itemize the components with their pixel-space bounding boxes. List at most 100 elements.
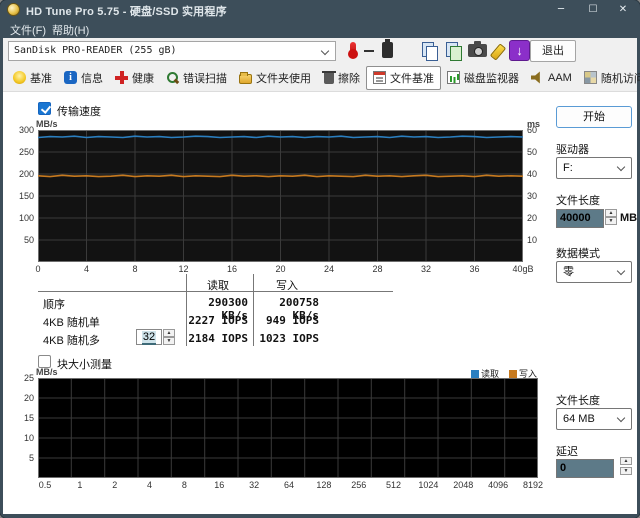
transfer-speed-chart — [38, 130, 523, 262]
y-axis-tick: 100 — [8, 213, 34, 223]
y2-axis-tick: 40 — [527, 169, 537, 179]
menu-help[interactable]: 帮助(H) — [52, 22, 89, 38]
data-mode-dropdown[interactable]: 零 — [556, 261, 632, 283]
tab-benchmark[interactable]: 基准 — [7, 66, 58, 90]
file-length2-dropdown[interactable]: 64 MB — [556, 408, 632, 430]
spin-down-icon[interactable]: ▼ — [163, 337, 175, 345]
file-length-label: 文件长度 — [556, 192, 600, 208]
table-write-value: 1023 IOPS — [255, 332, 319, 345]
table-row-label: 顺序 — [43, 296, 65, 312]
tab-folder-usage[interactable]: 文件夹使用 — [233, 66, 317, 90]
table-row-label: 4KB 随机单 — [43, 314, 100, 330]
x-axis-tick: 2 — [112, 480, 117, 490]
x-axis-tick: 8 — [182, 480, 187, 490]
x-axis-tick: 20 — [275, 264, 285, 274]
tab-info[interactable]: i 信息 — [58, 66, 109, 90]
menu-file[interactable]: 文件(F) — [10, 22, 46, 38]
minimize-button[interactable]: ─ — [546, 0, 576, 20]
x-axis-tick: 16 — [214, 480, 224, 490]
y-axis-tick: 20 — [8, 393, 34, 403]
tab-label: 健康 — [132, 70, 154, 86]
tab-label: 信息 — [81, 70, 103, 86]
drive-dropdown[interactable]: F: — [556, 157, 632, 179]
drive-selector-dropdown[interactable]: SanDisk PRO-READER (255 gB) — [8, 41, 336, 61]
start-button[interactable]: 开始 — [556, 106, 632, 128]
drive-selector-value: SanDisk PRO-READER (255 gB) — [14, 45, 177, 56]
marker-icon — [490, 43, 506, 60]
delay-input[interactable]: 0 — [556, 459, 614, 478]
y2-axis-tick: 20 — [527, 213, 537, 223]
info-icon: i — [64, 71, 77, 84]
random-access-icon — [584, 71, 597, 84]
queue-depth-arrows[interactable]: ▲▼ — [163, 329, 175, 345]
x-axis-tick: 8 — [132, 264, 137, 274]
transfer-speed-label: 传输速度 — [57, 103, 101, 119]
tab-health[interactable]: 健康 — [109, 66, 160, 90]
spin-up-icon[interactable]: ▲ — [605, 209, 617, 217]
chart2-y-unit: MB/s — [36, 367, 58, 377]
toolbar: SanDisk PRO-READER (255 gB) ↓ 退出 — [3, 38, 637, 64]
copy-icon — [419, 40, 440, 61]
spin-up-icon[interactable]: ▲ — [163, 329, 175, 337]
file-length-input[interactable]: 40000 — [556, 209, 604, 228]
file-length-unit: MB — [620, 212, 637, 224]
spin-down-icon[interactable]: ▼ — [605, 217, 617, 225]
spin-down-icon[interactable]: ▼ — [620, 467, 632, 475]
x-axis-tick: 24 — [324, 264, 334, 274]
copy-results-icon — [443, 40, 464, 61]
save-button[interactable]: ↓ — [509, 40, 530, 61]
x-axis-tick: 16 — [227, 264, 237, 274]
x-axis-tick: 4 — [147, 480, 152, 490]
exit-button[interactable]: 退出 — [530, 40, 576, 62]
tab-label: 文件夹使用 — [256, 70, 311, 86]
tab-label: 磁盘监视器 — [464, 70, 519, 86]
copy-text-button[interactable] — [419, 40, 440, 61]
tab-random-access[interactable]: 随机访问 — [578, 66, 640, 90]
tab-erase[interactable]: 擦除 — [317, 66, 366, 90]
screenshot-button[interactable] — [468, 44, 487, 57]
transfer-speed-checkbox[interactable] — [38, 102, 51, 115]
erase-icon — [324, 71, 334, 84]
chevron-down-icon — [321, 47, 329, 55]
tab-label: 擦除 — [338, 70, 360, 86]
benchmark-icon — [13, 71, 26, 84]
tab-file-benchmark[interactable]: 文件基准 — [366, 66, 441, 90]
x-axis-tick: 4 — [84, 264, 89, 274]
window-title: HD Tune Pro 5.75 - 硬盘/SSD 实用程序 — [26, 3, 227, 19]
chevron-down-icon — [617, 163, 625, 171]
aam-icon — [531, 71, 544, 84]
spin-up-icon[interactable]: ▲ — [620, 457, 632, 465]
title-bar[interactable]: HD Tune Pro 5.75 - 硬盘/SSD 实用程序 ─ ☐ ✕ — [0, 0, 640, 20]
tab-label: 文件基准 — [390, 70, 434, 86]
menu-bar: 文件(F) 帮助(H) — [0, 20, 640, 38]
queue-depth-value: 32 — [142, 331, 156, 345]
x-axis-tick: 1024 — [418, 480, 438, 490]
maximize-button[interactable]: ☐ — [578, 0, 608, 20]
y-axis-tick: 15 — [8, 413, 34, 423]
block-size-label: 块大小测量 — [57, 356, 112, 372]
data-mode-label: 数据模式 — [556, 245, 600, 261]
delay-label: 延迟 — [556, 443, 578, 459]
file-benchmark-icon — [373, 71, 386, 84]
copy-results-button[interactable] — [443, 40, 464, 61]
tab-label: 基准 — [30, 70, 52, 86]
data-mode-value: 零 — [563, 266, 574, 278]
close-button[interactable]: ✕ — [608, 0, 638, 20]
file-length-arrows[interactable]: ▲▼ — [605, 209, 617, 225]
tab-aam[interactable]: AAM — [525, 66, 578, 90]
x-axis-tick: 0 — [35, 264, 40, 274]
tab-error-scan[interactable]: 错误扫描 — [160, 66, 233, 90]
table-divider — [253, 274, 254, 346]
table-write-value: 949 IOPS — [255, 314, 319, 327]
x-axis-tick: 0.5 — [39, 480, 52, 490]
queue-depth-spinner[interactable]: 32 — [136, 329, 162, 345]
legend-swatch-icon — [471, 370, 479, 378]
x-axis-tick: 1 — [77, 480, 82, 490]
x-axis-tick: 12 — [178, 264, 188, 274]
power-status-icon — [382, 42, 393, 58]
x-axis-tick: 256 — [351, 480, 366, 490]
x-axis-tick: 64 — [284, 480, 294, 490]
tab-disk-monitor[interactable]: 磁盘监视器 — [441, 66, 525, 90]
delay-arrows[interactable]: ▲▼ — [620, 457, 632, 475]
table-read-value: 2227 IOPS — [187, 314, 248, 327]
